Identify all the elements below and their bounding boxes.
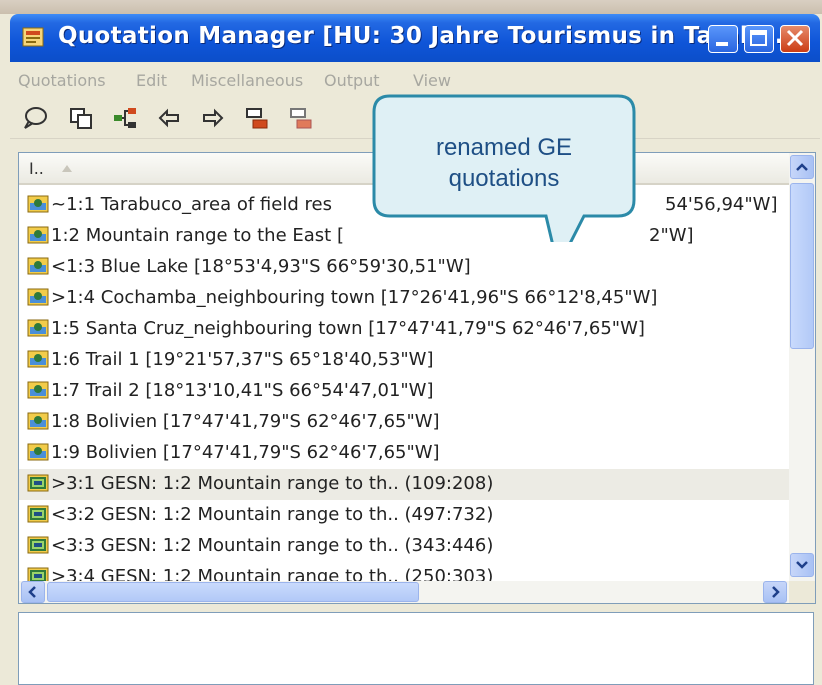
list-item-label: <3:3 GESN: 1:2 Mountain range to th.. (3… (51, 535, 494, 556)
list-item-label: ~1:1 Tarabuco_area of field res (51, 194, 332, 215)
callout-line-1: renamed GE (435, 134, 573, 161)
scroll-left-button[interactable] (21, 581, 45, 603)
scroll-up-button[interactable] (790, 155, 814, 179)
horizontal-scroll-thumb[interactable] (47, 582, 419, 602)
google-earth-icon (27, 443, 49, 461)
list-item-label-tail: 2"W] (649, 225, 694, 246)
chevron-down-icon (796, 561, 808, 569)
list-item[interactable]: >1:4 Cochamba_neighbouring town [17°26'4… (19, 283, 789, 314)
list-item[interactable]: 1:8 Bolivien [17°47'41,79"S 62°46'7,65"W… (19, 407, 789, 438)
menu-miscellaneous[interactable]: Miscellaneous (191, 71, 303, 90)
callout-line-2: quotations (448, 165, 560, 192)
title-bar[interactable]: Quotation Manager [HU: 30 Jahre Tourismu… (10, 14, 820, 62)
minimize-button[interactable] (708, 25, 738, 53)
maximize-button[interactable] (744, 25, 774, 53)
duplicate-icon[interactable] (68, 106, 94, 130)
chevron-right-icon (772, 586, 780, 598)
list-item[interactable]: <1:3 Blue Lake [18°53'4,93"S 66°59'30,51… (19, 252, 789, 283)
google-earth-icon (27, 412, 49, 430)
list-item[interactable]: 1:5 Santa Cruz_neighbouring town [17°47'… (19, 314, 789, 345)
import-icon[interactable] (288, 106, 314, 130)
list-item[interactable]: 1:9 Bolivien [17°47'41,79"S 62°46'7,65"W… (19, 438, 789, 469)
close-button[interactable] (780, 25, 810, 53)
google-earth-icon (27, 381, 49, 399)
ge-snapshot-icon (27, 474, 49, 492)
maximize-icon (750, 30, 767, 46)
list-item-label: 1:9 Bolivien [17°47'41,79"S 62°46'7,65"W… (51, 442, 440, 463)
vertical-scrollbar[interactable] (789, 153, 815, 581)
tree-icon[interactable] (112, 106, 138, 130)
window-title: Quotation Manager [HU: 30 Jahre Tourismu… (58, 23, 784, 49)
list-item-selected[interactable]: >3:1 GESN: 1:2 Mountain range to th.. (1… (19, 469, 789, 500)
list-item-label: <1:3 Blue Lake [18°53'4,93"S 66°59'30,51… (51, 256, 471, 277)
list-item[interactable]: 1:6 Trail 1 [19°21'57,37"S 65°18'40,53"W… (19, 345, 789, 376)
export-icon[interactable] (244, 106, 270, 130)
list-item-label: 1:6 Trail 1 [19°21'57,37"S 65°18'40,53"W… (51, 349, 434, 370)
google-earth-icon (27, 195, 49, 213)
google-earth-icon (27, 257, 49, 275)
window-backdrop (0, 0, 822, 14)
list-item-label: 1:2 Mountain range to the East [ (51, 225, 344, 246)
scroll-down-button[interactable] (790, 553, 814, 577)
menu-quotations[interactable]: Quotations (18, 71, 106, 90)
horizontal-scrollbar[interactable] (19, 581, 815, 603)
ge-snapshot-icon (27, 536, 49, 554)
menu-edit[interactable]: Edit (136, 71, 167, 90)
google-earth-icon (27, 288, 49, 306)
list-item[interactable]: <3:2 GESN: 1:2 Mountain range to th.. (4… (19, 500, 789, 531)
speech-bubble-icon[interactable] (22, 106, 48, 130)
arrow-right-icon[interactable] (200, 106, 226, 130)
sort-ascending-icon (62, 165, 72, 172)
menu-view[interactable]: View (413, 71, 451, 90)
list-rows: ~1:1 Tarabuco_area of field res 54'56,94… (19, 190, 789, 603)
chevron-left-icon (28, 586, 36, 598)
arrow-left-icon[interactable] (156, 106, 182, 130)
scroll-right-button[interactable] (763, 581, 787, 603)
app-icon (22, 27, 44, 47)
google-earth-icon (27, 319, 49, 337)
close-icon (786, 29, 804, 47)
comment-panel[interactable] (18, 612, 814, 685)
ge-snapshot-icon (27, 505, 49, 523)
scrollbar-corner (789, 581, 815, 603)
menu-output[interactable]: Output (324, 71, 380, 90)
list-item[interactable]: <3:3 GESN: 1:2 Mountain range to th.. (3… (19, 531, 789, 562)
chevron-up-icon (796, 163, 808, 171)
minimize-icon (716, 42, 728, 46)
list-item-label-tail: 54'56,94"W] (665, 194, 778, 215)
list-item-label: >1:4 Cochamba_neighbouring town [17°26'4… (51, 287, 658, 308)
vertical-scroll-thumb[interactable] (790, 183, 814, 349)
list-item-label: >3:1 GESN: 1:2 Mountain range to th.. (1… (51, 473, 494, 494)
google-earth-icon (27, 226, 49, 244)
column-header-label: I.. (29, 159, 44, 178)
list-item[interactable]: 1:7 Trail 2 [18°13'10,41"S 66°54'47,01"W… (19, 376, 789, 407)
callout-text: renamed GE quotations (376, 132, 632, 194)
list-item-label: <3:2 GESN: 1:2 Mountain range to th.. (4… (51, 504, 494, 525)
list-item-label: 1:8 Bolivien [17°47'41,79"S 62°46'7,65"W… (51, 411, 440, 432)
list-item-label: 1:7 Trail 2 [18°13'10,41"S 66°54'47,01"W… (51, 380, 434, 401)
google-earth-icon (27, 350, 49, 368)
list-item-label: 1:5 Santa Cruz_neighbouring town [17°47'… (51, 318, 645, 339)
